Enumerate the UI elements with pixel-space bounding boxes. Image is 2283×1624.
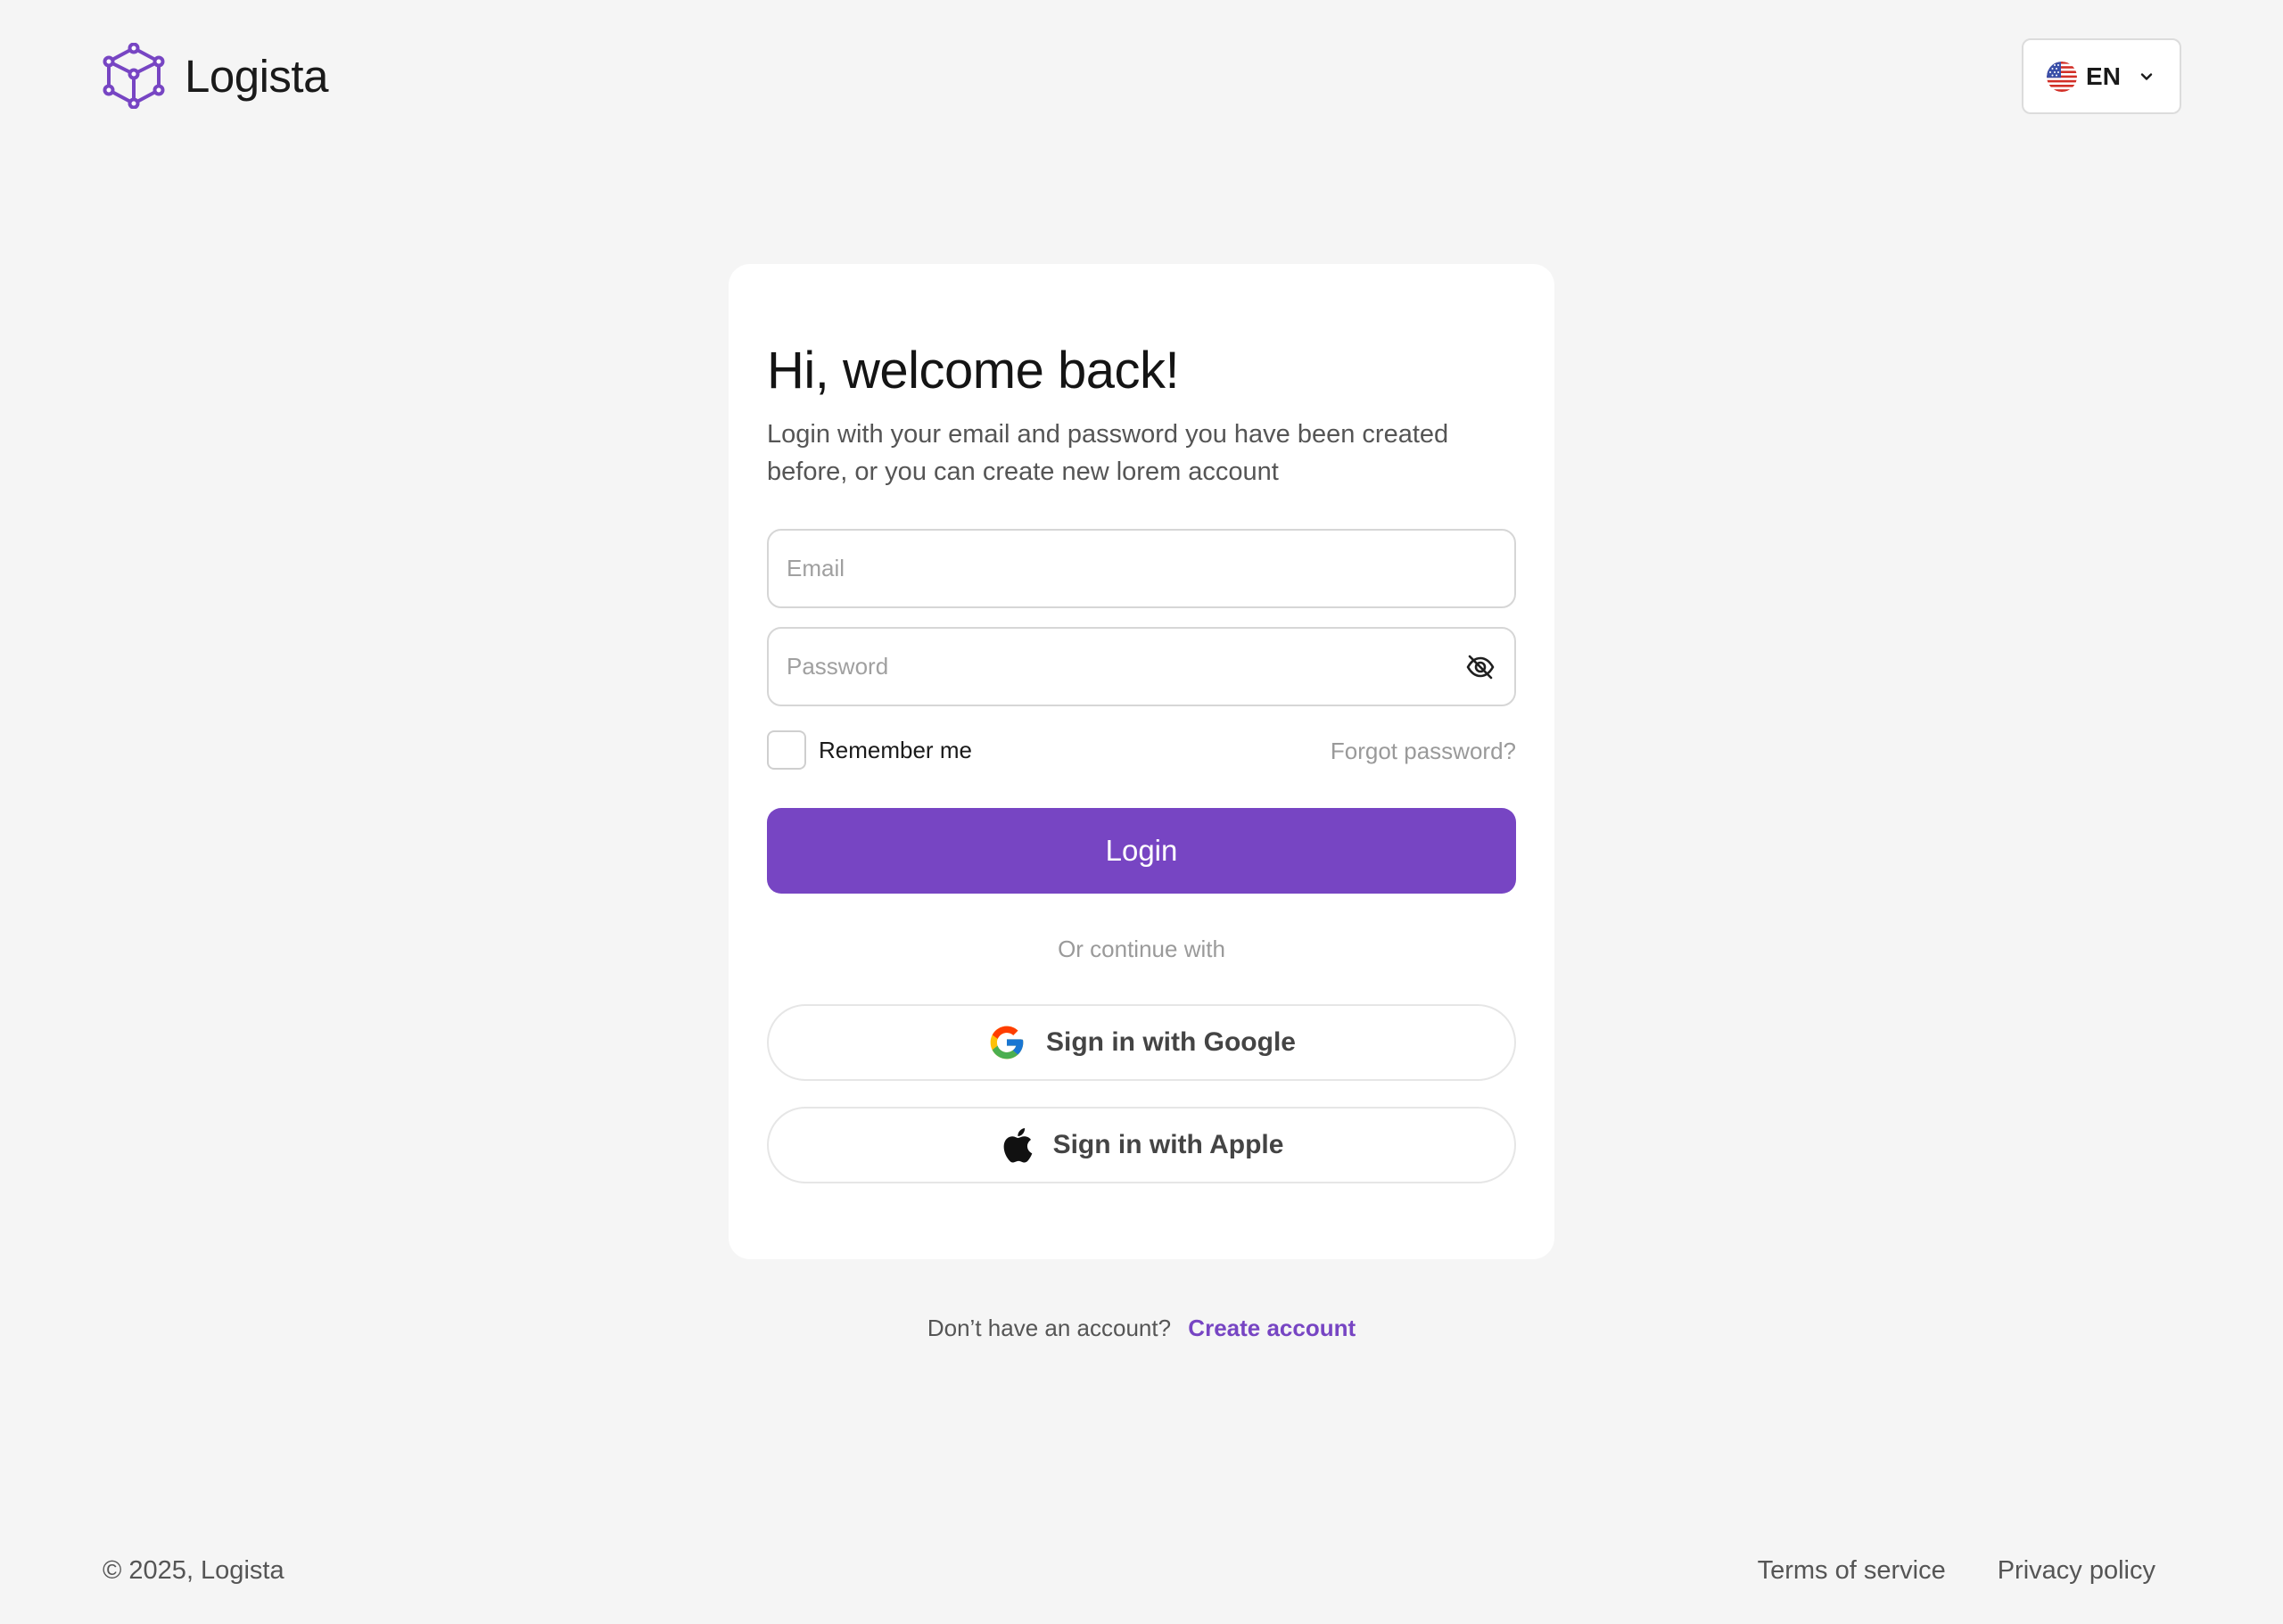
remember-me[interactable]: Remember me [767, 730, 972, 770]
login-page: Logista EN Hi, welcome back! Login with … [0, 0, 2283, 1624]
forgot-password-link[interactable]: Forgot password? [1331, 738, 1516, 765]
copyright-text: © 2025, Logista [103, 1556, 284, 1585]
language-code: EN [2086, 62, 2121, 90]
apple-icon [1000, 1125, 1034, 1165]
us-flag-icon [2047, 61, 2078, 92]
cube-logo-icon [103, 43, 165, 109]
logo[interactable]: Logista [103, 43, 328, 109]
footer-links: Terms of service Privacy policy [1758, 1556, 2155, 1586]
signup-prompt: Don’t have an account? Create account [0, 1315, 2283, 1342]
remember-me-checkbox[interactable] [767, 730, 806, 770]
eye-off-icon[interactable] [1464, 651, 1496, 683]
page-title: Hi, welcome back! [767, 342, 1180, 400]
email-input[interactable] [787, 555, 1496, 582]
login-button[interactable]: Login [767, 808, 1516, 894]
email-field[interactable] [767, 529, 1516, 608]
google-signin-button[interactable]: Sign in with Google [767, 1004, 1516, 1081]
page-subtitle: Login with your email and password you h… [767, 420, 1449, 486]
google-signin-label: Sign in with Google [1046, 1027, 1296, 1057]
signup-question: Don’t have an account? [927, 1315, 1172, 1341]
apple-signin-label: Sign in with Apple [1052, 1130, 1284, 1159]
password-field[interactable] [767, 627, 1516, 706]
divider-text: Or continue with [1058, 936, 1225, 962]
create-account-link[interactable]: Create account [1188, 1315, 1356, 1341]
language-selector[interactable]: EN [2022, 38, 2181, 114]
google-icon [987, 1023, 1026, 1062]
password-input[interactable] [787, 653, 1464, 680]
brand-name: Logista [185, 50, 328, 102]
remember-me-label: Remember me [819, 736, 972, 763]
privacy-policy-link[interactable]: Privacy policy [1998, 1556, 2155, 1586]
apple-signin-button[interactable]: Sign in with Apple [767, 1107, 1516, 1183]
terms-of-service-link[interactable]: Terms of service [1758, 1556, 1946, 1586]
login-card: Hi, welcome back! Login with your email … [729, 264, 1554, 1259]
chevron-down-icon [2130, 67, 2156, 87]
